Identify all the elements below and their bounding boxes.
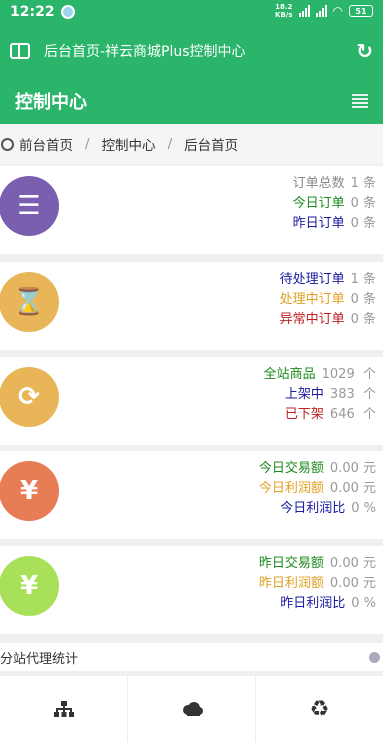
stat-label: 今日订单 (292, 196, 345, 211)
stat-row: 订单总数 1 条 (293, 174, 376, 194)
breadcrumb: 前台首页 / 控制中心 / 后台首页 (0, 124, 383, 164)
stat-value: 383 个 (329, 387, 376, 402)
stat-label: 今日利润额 (258, 481, 324, 496)
stat-row: 今日利润比 0 % (259, 499, 376, 519)
stat-value: 646 个 (329, 407, 376, 422)
stat-row: 上架中 383 个 (264, 385, 376, 405)
status-icons: 18.2 KB/s ◠ 51 (275, 3, 373, 19)
page-url-title[interactable]: 后台首页-祥云商城Plus控制中心 (44, 41, 356, 61)
stat-value: 1029 个 (321, 367, 376, 382)
bottom-nav: ♻ (0, 675, 383, 742)
stat-label: 待处理订单 (279, 272, 345, 287)
book-icon[interactable] (10, 43, 30, 59)
stat-label: 订单总数 (292, 176, 345, 191)
stats-card: ¥ 今日交易额 0.00 元今日利润额 0.00 元今日利润比 0 % (0, 451, 383, 539)
stat-row: 今日交易额 0.00 元 (259, 459, 376, 479)
breadcrumb-control-center[interactable]: 控制中心 (102, 134, 156, 154)
stat-value: 0.00 元 (329, 461, 376, 476)
stats-list: 全站商品 1029 个上架中 383 个已下架 646 个 (264, 365, 376, 425)
status-time: 12:22 (10, 4, 55, 20)
ordered-list-icon: ☰ (0, 176, 59, 236)
stat-label: 昨日利润额 (258, 576, 324, 591)
network-speed: 18.2 KB/s (275, 3, 293, 19)
stat-value: 0 条 (350, 216, 376, 231)
breadcrumb-home[interactable]: 前台首页 (19, 134, 73, 154)
stat-value: 0.00 元 (329, 481, 376, 496)
yen-icon: ¥ (0, 461, 59, 521)
proxy-stats-title: 分站代理统计 (0, 651, 79, 667)
stat-row: 昨日利润比 0 % (259, 594, 376, 614)
stats-list: 待处理订单 1 条处理中订单 0 条异常中订单 0 条 (280, 270, 376, 330)
stat-value: 0 条 (350, 196, 376, 211)
stat-row: 全站商品 1029 个 (264, 365, 376, 385)
app-notification-icon (60, 5, 75, 19)
stat-row: 昨日交易额 0.00 元 (259, 554, 376, 574)
menu-icon[interactable] (352, 94, 368, 108)
stat-row: 今日订单 0 条 (293, 194, 376, 214)
stat-value: 1 条 (350, 272, 376, 287)
browser-url-bar: 后台首页-祥云商城Plus控制中心 ↻ (0, 24, 383, 78)
stat-label: 上架中 (284, 387, 324, 402)
stats-list: 订单总数 1 条今日订单 0 条昨日订单 0 条 (293, 174, 376, 234)
stats-card: ⌛ 待处理订单 1 条处理中订单 0 条异常中订单 0 条 (0, 262, 383, 350)
status-bar: 12:22 18.2 KB/s ◠ 51 (0, 0, 383, 24)
breadcrumb-admin-home[interactable]: 后台首页 (184, 134, 238, 154)
stats-card: ¥ 昨日交易额 0.00 元昨日利润额 0.00 元昨日利润比 0 % (0, 546, 383, 634)
hourglass-icon: ⌛ (0, 272, 59, 332)
battery-icon: 51 (349, 5, 373, 17)
stat-label: 昨日利润比 (280, 596, 346, 611)
reload-icon[interactable]: ↻ (356, 39, 373, 63)
signal-icon (298, 5, 310, 17)
stat-value: 0.00 元 (329, 576, 376, 591)
stat-value: 0 条 (350, 312, 376, 327)
stat-label: 昨日交易额 (258, 556, 324, 571)
sitemap-icon[interactable] (0, 676, 128, 742)
stat-row: 昨日订单 0 条 (293, 214, 376, 234)
stat-label: 全站商品 (263, 367, 316, 382)
stat-row: 今日利润额 0.00 元 (259, 479, 376, 499)
yen-icon: ¥ (0, 556, 59, 616)
page-title: 控制中心 (15, 92, 87, 113)
stat-value: 0.00 元 (329, 556, 376, 571)
collapse-dot-icon[interactable] (369, 652, 380, 663)
refresh-icon: ⟳ (0, 367, 59, 427)
stat-value: 0 % (351, 501, 376, 516)
stat-value: 0 % (351, 596, 376, 611)
stat-row: 待处理订单 1 条 (280, 270, 376, 290)
stat-row: 已下架 646 个 (264, 405, 376, 425)
recycle-icon[interactable]: ♻ (256, 676, 383, 742)
signal-2-icon (315, 5, 327, 17)
stat-row: 处理中订单 0 条 (280, 290, 376, 310)
stats-card: ☰ 订单总数 1 条今日订单 0 条昨日订单 0 条 (0, 166, 383, 254)
globe-icon (1, 137, 14, 151)
app-header: 控制中心 (0, 78, 383, 124)
stat-row: 昨日利润额 0.00 元 (259, 574, 376, 594)
proxy-stats-header[interactable]: 分站代理统计 (0, 643, 383, 671)
wifi-icon: ◠ (332, 4, 343, 18)
stat-label: 昨日订单 (292, 216, 345, 231)
stats-list: 今日交易额 0.00 元今日利润额 0.00 元今日利润比 0 % (259, 459, 376, 519)
stat-value: 1 条 (350, 176, 376, 191)
cloud-icon[interactable] (128, 676, 256, 742)
stat-label: 已下架 (284, 407, 324, 422)
stat-label: 异常中订单 (279, 312, 345, 327)
stats-card: ⟳ 全站商品 1029 个上架中 383 个已下架 646 个 (0, 357, 383, 445)
stat-label: 处理中订单 (279, 292, 345, 307)
stats-list: 昨日交易额 0.00 元昨日利润额 0.00 元昨日利润比 0 % (259, 554, 376, 614)
stat-row: 异常中订单 0 条 (280, 310, 376, 330)
stat-value: 0 条 (350, 292, 376, 307)
stat-label: 今日利润比 (280, 501, 346, 516)
stat-label: 今日交易额 (258, 461, 324, 476)
